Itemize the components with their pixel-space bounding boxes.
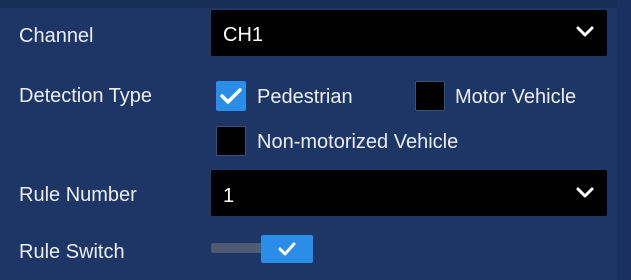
scroll-edge [617, 0, 631, 280]
rule-switch-track[interactable] [211, 243, 263, 253]
non-motorized-vehicle-label[interactable]: Non-motorized Vehicle [257, 130, 458, 154]
motor-vehicle-label[interactable]: Motor Vehicle [455, 85, 576, 109]
chevron-down-icon [576, 187, 594, 198]
check-icon [278, 242, 296, 256]
channel-select[interactable]: CH1 [211, 10, 607, 56]
rule-number-select[interactable]: 1 [211, 170, 607, 216]
motor-vehicle-checkbox[interactable] [415, 81, 445, 111]
chevron-down-icon [576, 26, 594, 37]
rule-switch-label: Rule Switch [19, 241, 125, 263]
pedestrian-label[interactable]: Pedestrian [257, 85, 353, 109]
detection-type-label: Detection Type [19, 85, 153, 107]
rule-number-value: 1 [223, 185, 235, 207]
detection-settings-panel: Channel CH1 Detection Type Pedestrian Mo… [0, 0, 631, 280]
channel-value: CH1 [223, 24, 264, 46]
channel-label: Channel [19, 25, 94, 47]
pedestrian-checkbox[interactable] [216, 81, 246, 111]
rule-switch-toggle[interactable] [261, 235, 313, 263]
check-icon [220, 88, 242, 104]
top-divider [0, 0, 631, 8]
rule-number-label: Rule Number [19, 184, 137, 206]
non-motorized-vehicle-checkbox[interactable] [216, 126, 246, 156]
